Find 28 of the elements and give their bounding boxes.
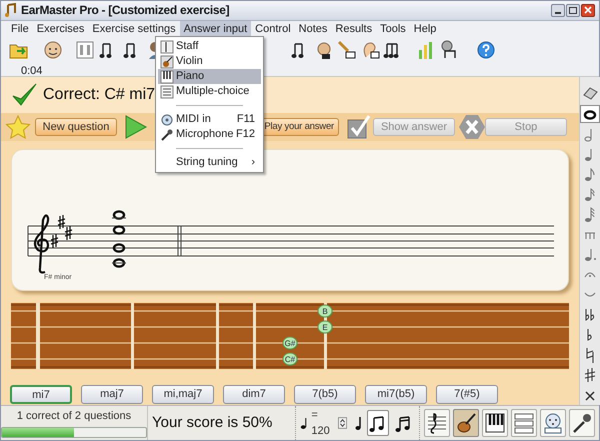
- menu-option[interactable]: Piano: [158, 69, 261, 84]
- menu-item[interactable]: Notes: [294, 20, 332, 37]
- menu-item[interactable]: Answer input: [180, 20, 252, 37]
- answer-button[interactable]: mi,maj7: [152, 384, 214, 404]
- menu-item[interactable]: Tools: [376, 20, 410, 37]
- menu-item[interactable]: Exercises: [32, 20, 88, 37]
- answer-button[interactable]: mi7(b5): [365, 384, 427, 404]
- tempo-value: = 120: [311, 408, 331, 440]
- answer-button[interactable]: 7(b5): [294, 384, 356, 404]
- result-text: Correct: C# mi7: [43, 84, 156, 105]
- score-text: Your score is 50%: [152, 412, 272, 433]
- answer-button[interactable]: mi7: [10, 384, 72, 404]
- action-button[interactable]: New question: [35, 118, 117, 136]
- menu-option[interactable]: Staff: [158, 39, 261, 54]
- menu-item[interactable]: File: [7, 20, 33, 37]
- menu-option[interactable]: Multiple-choice: [158, 84, 261, 99]
- menu-item[interactable]: Results: [331, 20, 376, 37]
- menu-item[interactable]: Help: [410, 20, 440, 37]
- progress-text: 1 correct of 2 questions: [16, 409, 132, 424]
- answer-button[interactable]: 7(#5): [436, 384, 498, 404]
- answer-button[interactable]: dim7: [223, 384, 285, 404]
- answer-button[interactable]: maj7: [81, 384, 143, 404]
- menu-option[interactable]: String tuning ›: [158, 155, 261, 170]
- menu-item[interactable]: Control: [251, 20, 295, 37]
- menu-item[interactable]: Exercise settings: [88, 20, 180, 37]
- menu-option[interactable]: Violin: [158, 54, 261, 69]
- window-title: EarMaster Pro - [Customized exercise]: [21, 2, 230, 20]
- elapsed-time: 0:04: [21, 64, 42, 79]
